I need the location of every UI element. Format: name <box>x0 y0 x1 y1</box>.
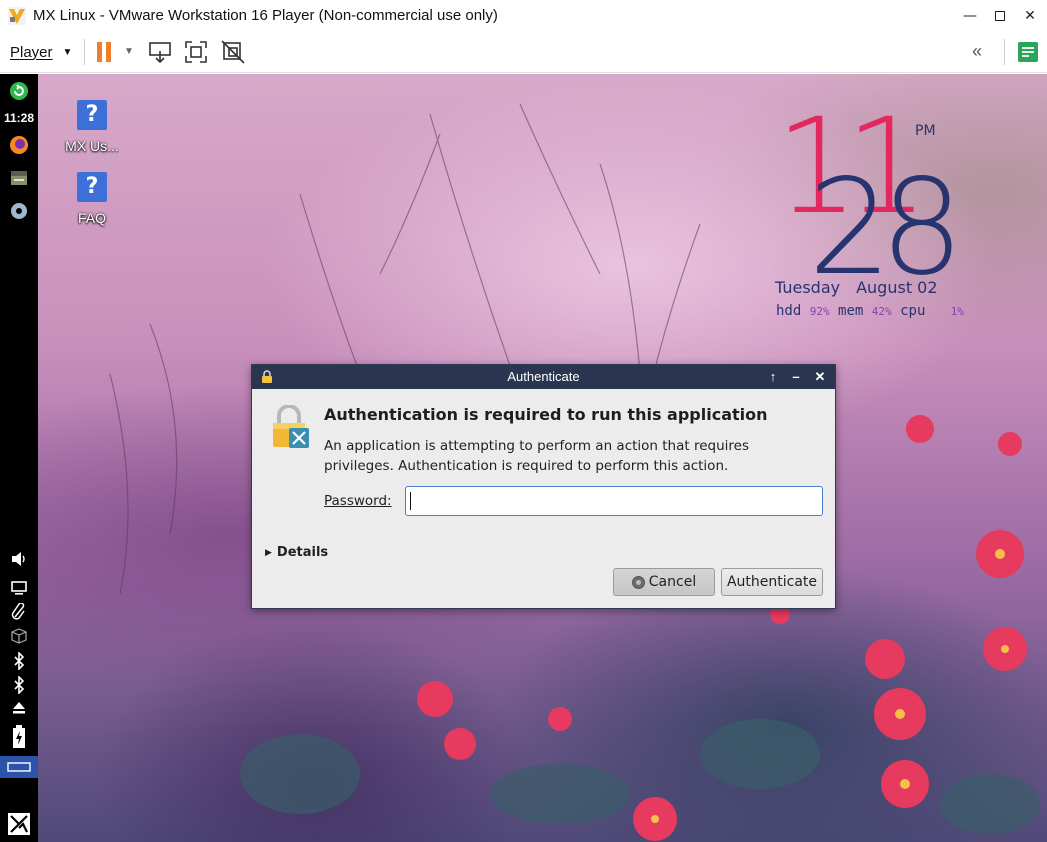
send-ctrl-alt-del-icon[interactable] <box>148 40 172 64</box>
package-icon[interactable] <box>0 625 38 647</box>
conky-minute: 28 <box>808 151 964 305</box>
firefox-icon[interactable] <box>0 134 38 156</box>
desktop-icon-faq[interactable]: ? FAQ <box>57 172 127 226</box>
mx-logo-icon[interactable] <box>0 811 38 837</box>
fullscreen-icon[interactable] <box>184 40 208 64</box>
chevron-right-icon: ▶ <box>265 547 272 558</box>
details-expander[interactable]: ▶ Details <box>265 545 328 560</box>
minimize-icon: — <box>963 7 977 24</box>
cpu-label: cpu <box>900 303 926 319</box>
notes-icon[interactable] <box>1016 40 1040 64</box>
conky-month-day: August 02 <box>856 278 938 297</box>
toolbar-divider <box>1004 39 1005 65</box>
help-icon: ? <box>77 100 107 130</box>
dialog-minimize-button[interactable]: – <box>786 365 806 389</box>
maximize-button[interactable] <box>983 0 1017 31</box>
authenticate-button[interactable]: Authenticate <box>721 568 823 596</box>
volume-icon[interactable] <box>0 548 38 570</box>
mem-label: mem <box>838 303 864 319</box>
player-menu[interactable]: Player ▼ <box>6 39 76 65</box>
password-input[interactable] <box>405 486 823 516</box>
file-manager-icon[interactable] <box>0 167 38 189</box>
conky-ampm: PM <box>915 123 936 139</box>
display-icon[interactable] <box>0 578 38 598</box>
chevron-down-icon: ▼ <box>62 46 73 58</box>
text-caret <box>410 492 411 510</box>
window-title: MX Linux - VMware Workstation 16 Player … <box>33 7 498 24</box>
conky-date: Tuesday August 02 <box>775 278 938 297</box>
pause-dropdown-icon[interactable]: ▼ <box>124 46 134 57</box>
dialog-title: Authenticate <box>507 369 580 384</box>
bluetooth-icon[interactable] <box>0 674 38 696</box>
conky-stats: hdd 92% mem 42% cpu 1% <box>776 303 964 319</box>
dialog-shade-button[interactable]: ↑ <box>763 365 783 389</box>
cancel-button[interactable]: Cancel <box>613 568 715 596</box>
panel-clock[interactable]: 11:28 <box>0 111 38 125</box>
close-icon: ✕ <box>814 369 826 384</box>
toolbar-divider <box>84 39 85 65</box>
left-panel: 11:28 <box>0 74 38 842</box>
clipboard-icon[interactable] <box>0 601 38 623</box>
minimize-button[interactable]: — <box>953 0 987 31</box>
eject-icon[interactable] <box>0 698 38 718</box>
desktop[interactable]: 11:28 ? MX Us... ? FAQ 11 28 PM Tuesday … <box>0 74 1047 842</box>
bluetooth-icon[interactable] <box>0 650 38 672</box>
cancel-button-label: Cancel <box>648 574 697 590</box>
cpu-value: 1% <box>950 305 964 318</box>
details-label: Details <box>276 545 329 560</box>
battery-icon[interactable] <box>0 724 38 750</box>
maximize-icon <box>995 10 1005 21</box>
close-icon: ✕ <box>1024 7 1036 24</box>
vmware-player-icon <box>8 6 26 25</box>
desktop-icon-mx-user-manual[interactable]: ? MX Us... <box>57 100 127 154</box>
authenticate-button-label: Authenticate <box>726 574 818 590</box>
password-label: Password: <box>324 493 392 509</box>
minimize-icon: – <box>792 369 800 384</box>
mem-value: 42% <box>871 305 892 318</box>
vmware-toolbar: Player ▼ ▼ « <box>0 31 1047 73</box>
workspace-icon[interactable] <box>0 756 38 778</box>
dialog-heading: Authentication is required to run this a… <box>324 405 768 424</box>
collapse-icon[interactable]: « <box>972 41 982 62</box>
conky-day: Tuesday <box>775 278 841 297</box>
hdd-label: hdd <box>776 303 802 319</box>
dialog-titlebar[interactable]: Authenticate ↑ – ✕ <box>252 365 835 389</box>
padlock-admin-icon <box>273 405 309 448</box>
desktop-icon-label: FAQ <box>77 210 106 226</box>
window-titlebar: MX Linux - VMware Workstation 16 Player … <box>0 0 1047 31</box>
cancel-icon <box>631 575 645 589</box>
dialog-message: An application is attempting to perform … <box>324 438 749 474</box>
hdd-value: 92% <box>809 305 830 318</box>
password-label-text: Password: <box>324 493 392 509</box>
help-icon: ? <box>77 172 107 202</box>
arrow-up-icon: ↑ <box>769 369 777 384</box>
dialog-close-button[interactable]: ✕ <box>810 365 830 389</box>
pause-icon[interactable] <box>93 40 117 64</box>
player-menu-label: Player <box>10 43 53 61</box>
desktop-icon-label: MX Us... <box>65 138 119 154</box>
update-icon[interactable] <box>0 80 38 102</box>
close-button[interactable]: ✕ <box>1013 0 1047 31</box>
authenticate-dialog: Authenticate ↑ – ✕ Authentication is req… <box>251 364 836 609</box>
unity-icon[interactable] <box>221 40 245 64</box>
settings-icon[interactable] <box>0 200 38 222</box>
